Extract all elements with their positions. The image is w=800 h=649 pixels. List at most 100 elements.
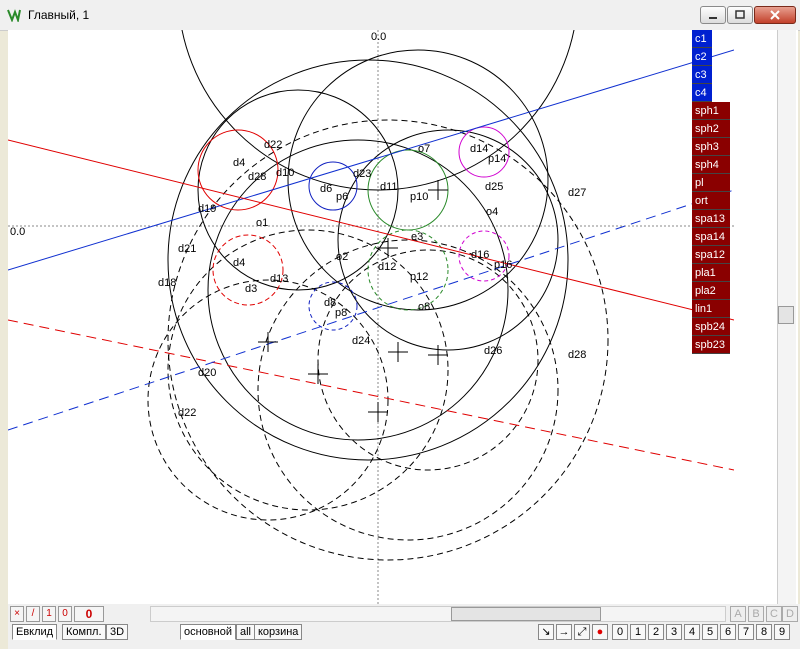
label-d18: d18 — [158, 277, 176, 289]
tab-complex[interactable]: Компл. — [62, 624, 106, 640]
object-item[interactable]: sph4 — [692, 156, 730, 174]
digit-9-button[interactable]: 9 — [774, 624, 790, 640]
letter-a-button[interactable]: A — [730, 606, 746, 622]
object-item[interactable]: spa12 — [692, 246, 730, 264]
label-d4: d4 — [233, 157, 245, 169]
maximize-button[interactable] — [727, 6, 753, 24]
object-item[interactable]: pl — [692, 174, 730, 192]
label-o7: o7 — [418, 143, 430, 155]
digit-2-button[interactable]: 2 — [648, 624, 664, 640]
label-d22b: d22 — [178, 407, 196, 419]
digit-5-button[interactable]: 5 — [702, 624, 718, 640]
object-list: c1 c2 c3 c4 sph1 sph2 sph3 sph4 pl ort s… — [692, 30, 732, 354]
window-title: Главный, 1 — [28, 8, 90, 22]
label-d12: d12 — [378, 261, 396, 273]
label-d26: d26 — [484, 345, 502, 357]
zero-button[interactable]: 0 — [58, 606, 72, 622]
label-d27: d27 — [568, 187, 586, 199]
bottom-bar: × / 1 0 0 A B C D Евклид Компл. 3D основ… — [8, 604, 800, 649]
right-panel — [734, 30, 798, 604]
label-d16: d16 — [471, 249, 489, 261]
object-item[interactable]: spb24 — [692, 318, 730, 336]
object-item[interactable]: c2 — [692, 48, 712, 66]
line-button[interactable]: / — [26, 606, 40, 622]
vertical-scrollbar[interactable] — [777, 30, 796, 604]
label-d25: d25 — [485, 181, 503, 193]
label-d22: d22 — [264, 139, 282, 151]
label-d6: d6 — [320, 183, 332, 195]
geometry-drawing[interactable]: 0.0 0.0 d22 d4 d28 d10 d23 d14 p14 o7 d1… — [8, 30, 734, 604]
letter-b-button[interactable]: B — [748, 606, 764, 622]
drawing-canvas[interactable]: 0.0 0.0 d22 d4 d28 d10 d23 d14 p14 o7 d1… — [8, 30, 734, 604]
object-item[interactable]: pla2 — [692, 282, 730, 300]
object-item[interactable]: c1 — [692, 30, 712, 48]
sheet-tab-all[interactable]: all — [236, 624, 256, 640]
object-item[interactable]: pla1 — [692, 264, 730, 282]
one-button[interactable]: 1 — [42, 606, 56, 622]
sheet-tab-trash[interactable]: корзина — [254, 624, 303, 640]
label-d14: d14 — [470, 143, 488, 155]
digit-1-button[interactable]: 1 — [630, 624, 646, 640]
letter-c-button[interactable]: C — [766, 606, 782, 622]
axis-label-top: 0.0 — [371, 31, 386, 43]
object-item[interactable]: spa14 — [692, 228, 730, 246]
object-item[interactable]: spb23 — [692, 336, 730, 354]
digit-0-button[interactable]: 0 — [612, 624, 628, 640]
object-item[interactable]: sph1 — [692, 102, 730, 120]
digit-7-button[interactable]: 7 — [738, 624, 754, 640]
tab-3d[interactable]: 3D — [106, 624, 129, 640]
label-d24: d24 — [352, 335, 370, 347]
label-d10: d10 — [276, 167, 294, 179]
object-item[interactable]: c3 — [692, 66, 712, 84]
label-d21: d21 — [178, 243, 196, 255]
label-d3: d3 — [245, 283, 257, 295]
label-p6: p6 — [336, 191, 348, 203]
curve-tool-icon[interactable]: ↘ — [538, 624, 554, 640]
close-button[interactable] — [754, 6, 796, 24]
label-e3: e3 — [411, 231, 423, 243]
label-d13: d13 — [270, 273, 288, 285]
digit-8-button[interactable]: 8 — [756, 624, 772, 640]
label-d19: d19 — [198, 203, 216, 215]
object-item[interactable]: ort — [692, 192, 730, 210]
tab-euclid[interactable]: Евклид — [12, 624, 58, 640]
label-d28b: d28 — [568, 349, 586, 361]
label-o1: o1 — [256, 217, 268, 229]
label-p14: p14 — [488, 153, 506, 165]
object-item[interactable]: spa13 — [692, 210, 730, 228]
object-item[interactable]: sph3 — [692, 138, 730, 156]
label-o2: o2 — [336, 251, 348, 263]
label-p16: p16 — [494, 259, 512, 271]
label-d28: d28 — [248, 171, 266, 183]
record-icon[interactable]: ● — [592, 624, 608, 640]
label-o4: o4 — [486, 206, 498, 218]
label-p12: p12 — [410, 271, 428, 283]
minimize-icon — [709, 17, 717, 19]
digit-6-button[interactable]: 6 — [720, 624, 736, 640]
letter-d-button[interactable]: D — [782, 606, 798, 622]
object-item[interactable]: sph2 — [692, 120, 730, 138]
counter-button[interactable]: 0 — [74, 606, 104, 622]
app-icon — [7, 9, 21, 22]
maximize-icon — [735, 10, 745, 19]
horizontal-scrollbar[interactable] — [150, 606, 726, 622]
object-item[interactable]: lin1 — [692, 300, 730, 318]
label-d23: d23 — [353, 168, 371, 180]
vertical-scroll-thumb[interactable] — [778, 306, 794, 324]
arrow-tool-icon[interactable]: → — [556, 624, 572, 640]
clear-button[interactable]: × — [10, 606, 24, 622]
minimize-button[interactable] — [700, 6, 726, 24]
label-p10: p10 — [410, 191, 428, 203]
digit-4-button[interactable]: 4 — [684, 624, 700, 640]
resize-tool-icon[interactable]: ⤢ — [574, 624, 590, 640]
horizontal-scroll-thumb[interactable] — [451, 607, 601, 621]
label-o8: o8 — [418, 301, 430, 313]
label-d11: d11 — [380, 181, 398, 193]
label-d4b: d4 — [233, 257, 245, 269]
sheet-tab-main[interactable]: основной — [180, 624, 236, 640]
digit-3-button[interactable]: 3 — [666, 624, 682, 640]
label-p8: p8 — [335, 307, 347, 319]
title-bar: Главный, 1 — [0, 0, 800, 31]
label-d20: d20 — [198, 367, 216, 379]
object-item[interactable]: c4 — [692, 84, 712, 102]
